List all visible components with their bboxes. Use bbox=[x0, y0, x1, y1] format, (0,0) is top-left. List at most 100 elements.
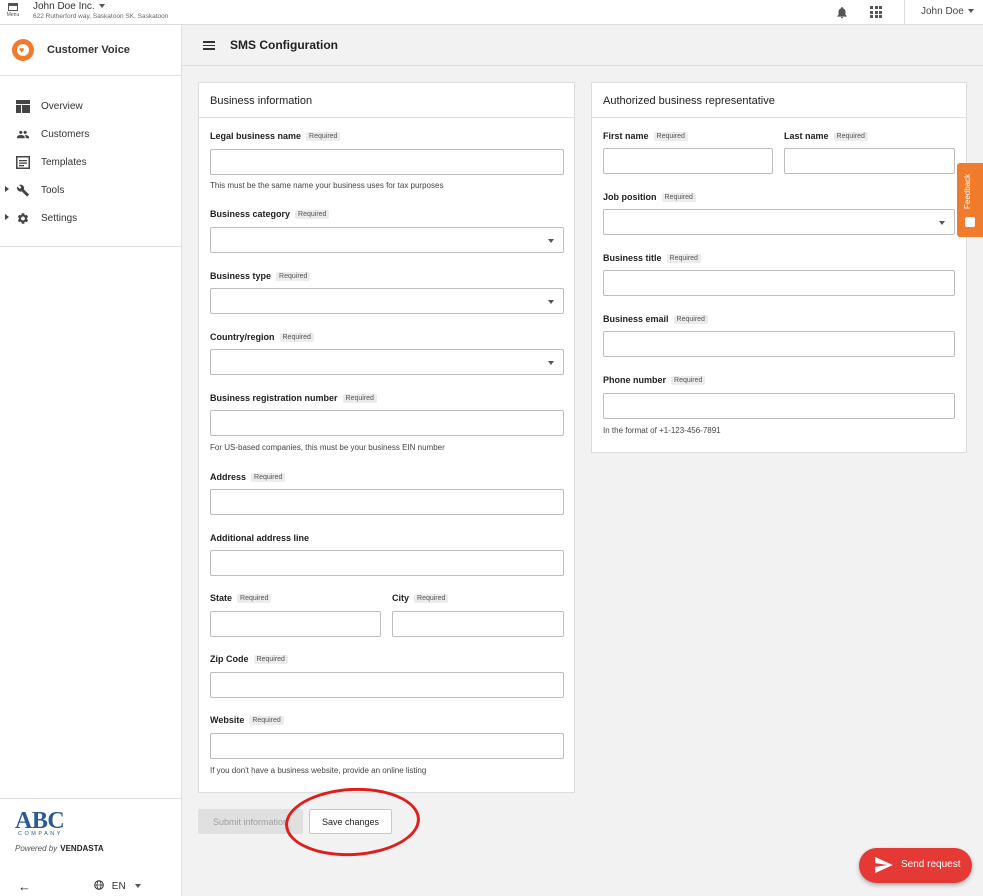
business-registration-number-hint: For US-based companies, this must be you… bbox=[210, 443, 445, 452]
business-switcher[interactable]: John Doe Inc. 622 Rutherford way, Saskat… bbox=[33, 1, 168, 20]
card-title: Business information bbox=[210, 95, 313, 107]
authorized-representative-card: Authorized business representative First… bbox=[591, 82, 967, 453]
business-registration-number-label: Business registration number Required bbox=[210, 393, 377, 404]
back-arrow-icon[interactable]: ← bbox=[18, 879, 31, 894]
company-logo: ABC bbox=[15, 808, 65, 834]
required-badge: Required bbox=[653, 132, 688, 142]
sidebar-item-tools[interactable]: Tools bbox=[0, 177, 181, 205]
business-information-card: Business information Legal business name… bbox=[198, 82, 575, 793]
notifications-bell-icon[interactable] bbox=[835, 5, 849, 20]
website-input[interactable] bbox=[210, 733, 564, 759]
divider bbox=[592, 117, 966, 118]
business-registration-number-input[interactable] bbox=[210, 410, 564, 436]
save-changes-button[interactable]: Save changes bbox=[309, 809, 392, 834]
state-input[interactable] bbox=[210, 611, 381, 637]
business-category-select[interactable] bbox=[210, 227, 564, 253]
globe-icon bbox=[94, 880, 104, 890]
legal-business-name-hint: This must be the same name your business… bbox=[210, 181, 444, 190]
required-badge: Required bbox=[276, 272, 311, 282]
feedback-label: Feedback bbox=[963, 173, 972, 209]
business-type-select[interactable] bbox=[210, 288, 564, 314]
website-hint: If you don't have a business website, pr… bbox=[210, 766, 427, 775]
country-region-label: Country/region Required bbox=[210, 332, 314, 343]
overview-icon bbox=[16, 100, 30, 113]
state-label: State Required bbox=[210, 593, 272, 604]
required-badge: Required bbox=[673, 315, 708, 325]
required-badge: Required bbox=[661, 193, 696, 203]
business-category-label: Business category Required bbox=[210, 209, 330, 220]
sidebar-item-overview[interactable]: Overview bbox=[0, 93, 181, 121]
language-selector[interactable]: EN bbox=[94, 880, 141, 892]
required-badge: Required bbox=[253, 655, 288, 665]
sidebar-item-customers[interactable]: Customers bbox=[0, 121, 181, 149]
required-badge: Required bbox=[666, 254, 701, 264]
last-name-label: Last name Required bbox=[784, 131, 868, 142]
dropdown-arrow-icon bbox=[548, 361, 554, 365]
country-region-select[interactable] bbox=[210, 349, 564, 375]
expand-arrow-icon[interactable] bbox=[5, 186, 9, 192]
first-name-input[interactable] bbox=[603, 148, 773, 174]
card-title: Authorized business representative bbox=[603, 95, 775, 107]
job-position-label: Job position Required bbox=[603, 192, 696, 203]
customers-icon bbox=[17, 130, 29, 139]
sidebar-item-label: Settings bbox=[41, 213, 78, 224]
address-label: Address Required bbox=[210, 472, 286, 483]
business-address: 622 Rutherford way, Saskatoon SK, Saskat… bbox=[33, 13, 169, 20]
dropdown-arrow-icon bbox=[548, 300, 554, 304]
sidebar-item-label: Overview bbox=[41, 101, 83, 112]
send-request-button[interactable]: Send request bbox=[859, 848, 972, 883]
business-email-input[interactable] bbox=[603, 331, 955, 357]
job-position-select[interactable] bbox=[603, 209, 955, 235]
required-badge: Required bbox=[833, 132, 868, 142]
sidebar-item-templates[interactable]: Templates bbox=[0, 149, 181, 177]
city-input[interactable] bbox=[392, 611, 564, 637]
business-title-input[interactable] bbox=[603, 270, 955, 296]
powered-by-label: Powered by bbox=[15, 844, 58, 853]
business-name: John Doe Inc. bbox=[33, 1, 95, 12]
required-badge: Required bbox=[249, 716, 284, 726]
divider bbox=[0, 246, 181, 247]
page-header: SMS Configuration bbox=[182, 25, 983, 66]
required-badge: Required bbox=[279, 333, 314, 343]
vendor-logo: VENDASTA bbox=[60, 844, 104, 853]
business-title-label: Business title Required bbox=[603, 253, 701, 264]
app-name: Customer Voice bbox=[47, 44, 130, 56]
divider bbox=[0, 798, 181, 799]
additional-address-line-label: Additional address line bbox=[210, 533, 310, 543]
last-name-input[interactable] bbox=[784, 148, 955, 174]
expand-arrow-icon[interactable] bbox=[5, 214, 9, 220]
sidebar-item-label: Customers bbox=[41, 129, 90, 140]
menu-button[interactable]: Menu bbox=[4, 2, 22, 22]
sidebar-item-settings[interactable]: Settings bbox=[0, 205, 181, 233]
divider bbox=[904, 0, 905, 25]
tools-icon bbox=[17, 184, 29, 197]
additional-address-line-input[interactable] bbox=[210, 550, 564, 576]
required-badge: Required bbox=[414, 594, 449, 604]
required-badge: Required bbox=[251, 473, 286, 483]
chevron-down-icon bbox=[134, 884, 141, 889]
business-email-label: Business email Required bbox=[603, 314, 708, 325]
powered-by: Powered by VENDASTA bbox=[15, 844, 104, 853]
page-title: SMS Configuration bbox=[230, 38, 338, 52]
legal-business-name-input[interactable] bbox=[210, 149, 564, 175]
legal-business-name-label: Legal business name Required bbox=[210, 131, 341, 142]
address-input[interactable] bbox=[210, 489, 564, 515]
sidebar-item-label: Templates bbox=[41, 157, 87, 168]
city-label: City Required bbox=[392, 593, 449, 604]
user-menu[interactable]: John Doe bbox=[921, 6, 974, 17]
required-badge: Required bbox=[237, 594, 272, 604]
sidebar: Customer Voice Overview Customers Templa… bbox=[0, 25, 182, 896]
hamburger-menu-icon[interactable] bbox=[203, 41, 215, 50]
zip-code-input[interactable] bbox=[210, 672, 564, 698]
phone-number-input[interactable] bbox=[603, 393, 955, 419]
feedback-icon bbox=[965, 217, 975, 227]
store-icon bbox=[8, 3, 18, 11]
feedback-tab[interactable]: Feedback bbox=[957, 163, 983, 237]
chevron-down-icon bbox=[967, 9, 974, 14]
dropdown-arrow-icon bbox=[548, 239, 554, 243]
apps-grid-icon[interactable] bbox=[870, 6, 882, 18]
settings-icon bbox=[17, 213, 29, 224]
required-badge: Required bbox=[306, 132, 341, 142]
submit-information-button[interactable]: Submit information bbox=[198, 809, 303, 834]
menu-label: Menu bbox=[6, 12, 20, 18]
